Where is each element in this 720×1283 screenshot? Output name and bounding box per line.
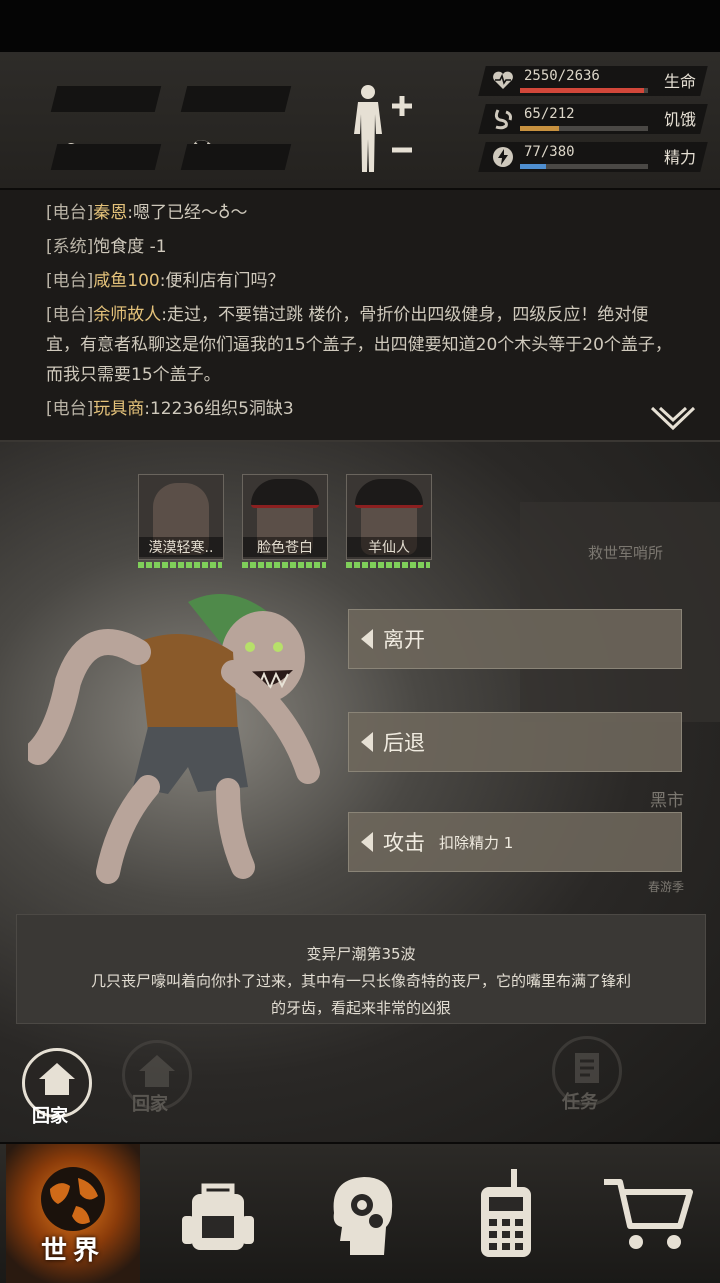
encounter-title: 变异尸潮第35波 [306, 945, 416, 963]
leave-label: 离开 [383, 628, 425, 652]
spring-tour-label: 春游季 [648, 880, 685, 894]
expand-log-chevron-icon[interactable] [650, 404, 696, 432]
house-icon [39, 1063, 75, 1095]
bottom-navigation: 世界 [0, 1142, 720, 1283]
party-member[interactable]: 羊仙人 [346, 474, 432, 560]
log-line: [电台]玩具商:12236组织5洞缺3 [46, 399, 294, 419]
attack-label: 攻击 [383, 831, 425, 855]
heart-pulse-icon [493, 71, 513, 89]
nav-backpack[interactable] [146, 1144, 290, 1283]
party-member[interactable]: 漠漠轻寒.. [138, 474, 224, 560]
task-label: 任务 [562, 1092, 598, 1113]
nav-world-label: 世界 [40, 1236, 105, 1266]
nav-radio[interactable] [434, 1144, 578, 1283]
temperature-pill [180, 144, 292, 170]
energy-bar-fill [520, 164, 546, 169]
leave-button[interactable]: 离开 [348, 609, 682, 669]
energy-bar [520, 164, 648, 169]
party-member[interactable]: 脸色苍白 [242, 474, 328, 560]
status-panel: 晴 0 早上 40 2550/2636 生命 65/212 饥饿 77/380 [0, 52, 720, 221]
hunger-bar [520, 126, 648, 131]
energy-value: 77/380 [524, 144, 575, 160]
outpost-label: 救世军哨所 [588, 544, 664, 562]
radio-walkie-talkie-icon [481, 1168, 531, 1257]
black-market-label: 黑市 [650, 791, 684, 811]
health-value: 2550/2636 [524, 68, 600, 84]
battle-scene: 救世军哨所 黑市 春游季 漠漠轻寒.. 脸色苍白 羊仙人 离开 后退 攻击 扣除… [0, 442, 720, 1142]
nav-character-skills[interactable] [290, 1144, 434, 1283]
attack-cost: 扣除精力 1 [439, 833, 514, 852]
nav-world[interactable]: 世界 [6, 1144, 140, 1283]
head-gear-icon [333, 1176, 393, 1255]
time-pill [50, 144, 162, 170]
retreat-button[interactable]: 后退 [348, 712, 682, 772]
hunger-label: 饥饿 [663, 110, 696, 129]
energy-bolt-icon [493, 147, 513, 167]
retreat-arrow-icon [361, 732, 373, 752]
body-status-icon[interactable] [348, 84, 418, 174]
stomach-icon [494, 109, 512, 130]
attack-arrow-icon [361, 832, 373, 852]
radiation-pill [180, 86, 292, 112]
energy-label: 精力 [663, 148, 696, 167]
leave-arrow-icon [361, 629, 373, 649]
log-line: [电台]咸鱼100:便利店有门吗？ [46, 271, 285, 291]
attack-button[interactable]: 攻击 扣除精力 1 [348, 812, 682, 872]
hunger-value: 65/212 [524, 106, 575, 122]
weather-pill [50, 86, 162, 112]
nav-shop[interactable] [576, 1144, 720, 1283]
health-stat: 2550/2636 生命 [478, 66, 708, 96]
backpack-icon [182, 1183, 254, 1250]
retreat-label: 后退 [383, 731, 425, 755]
top-black-band [0, 0, 720, 52]
mutant-zombie-illustration [28, 594, 320, 884]
log-line: [电台]余师故人:走过，不要错过跳 楼价，骨折价出四级健身，四级反应！绝对便宜，… [46, 305, 672, 385]
log-line: [系统]饱食度 -1 [46, 237, 167, 257]
health-label: 生命 [663, 72, 696, 91]
shopping-cart-icon [604, 1178, 693, 1249]
hunger-bar-fill [520, 126, 560, 131]
hunger-stat: 65/212 饥饿 [478, 104, 708, 134]
health-bar [520, 88, 648, 93]
message-log[interactable]: [电台]秦恩:嗯了已经～♁～ [系统]饱食度 -1 [电台]咸鱼100:便利店有… [0, 190, 720, 442]
house-ghost-icon [139, 1055, 175, 1087]
energy-stat: 77/380 精力 [478, 142, 708, 172]
health-bar-fill [520, 88, 644, 93]
task-scroll-icon [575, 1053, 599, 1083]
encounter-description: 变异尸潮第35波 几只丧尸嚎叫着向你扑了过来，其中有一只长像奇特的丧尸，它的嘴里… [16, 914, 706, 1024]
home-ghost-label: 回家 [132, 1094, 168, 1115]
log-line: [电台]秦恩:嗯了已经～♁～ [46, 203, 248, 223]
home-label: 回家 [32, 1106, 68, 1127]
party-hp-bar [346, 562, 430, 568]
encounter-body: 几只丧尸嚎叫着向你扑了过来，其中有一只长像奇特的丧尸，它的嘴里布满了锋利的牙齿，… [90, 972, 631, 1017]
globe-icon [41, 1167, 105, 1231]
